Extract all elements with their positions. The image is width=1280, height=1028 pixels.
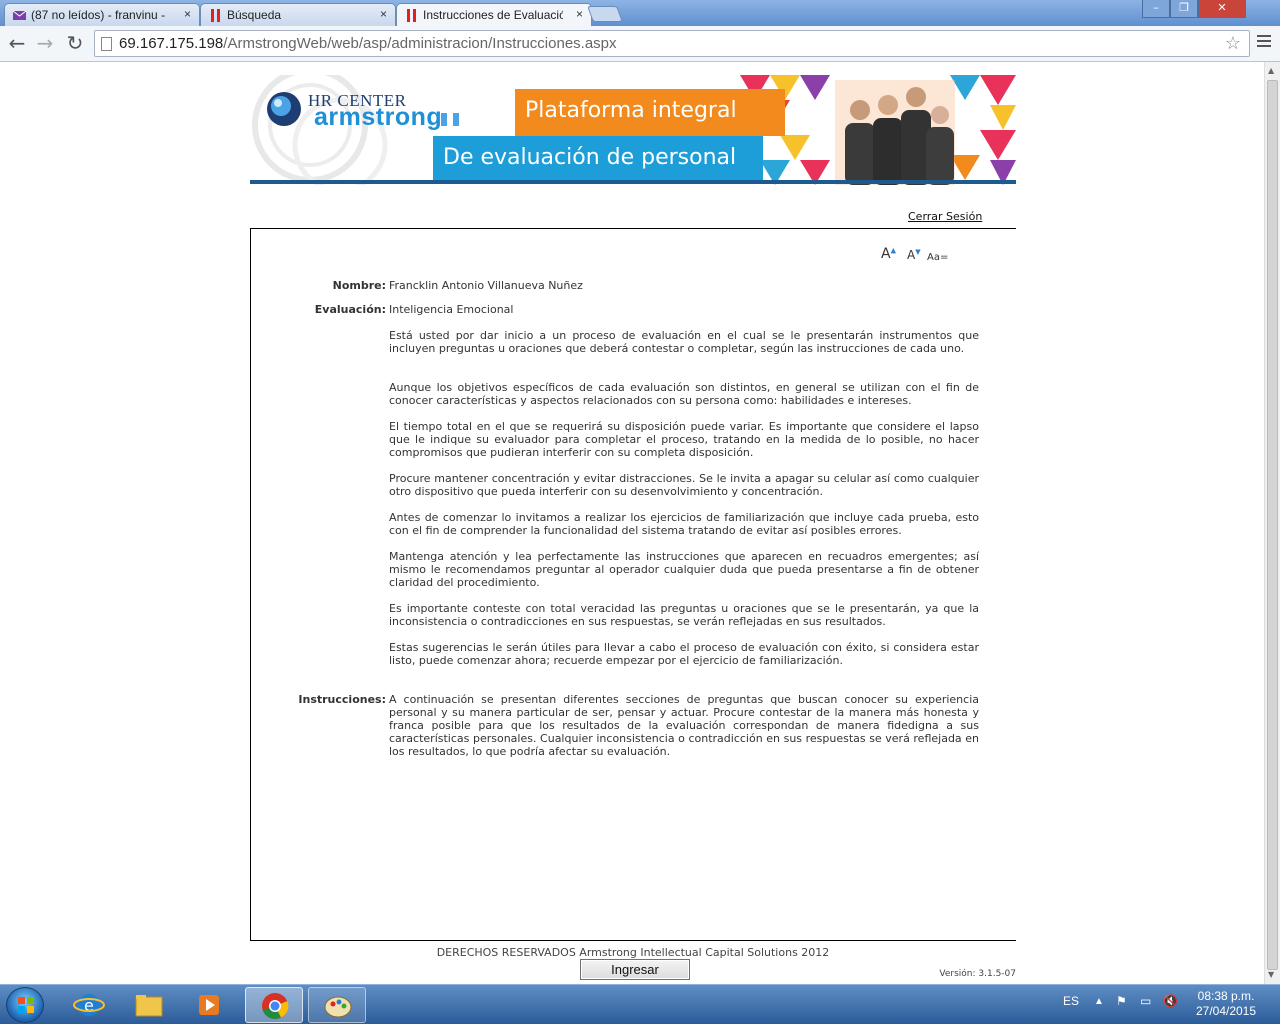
instructions-label: Instrucciones:: [298, 693, 386, 706]
banner-title-orange: Plataforma integral: [515, 89, 785, 136]
banner-line1: Plataforma integral: [525, 98, 737, 123]
header-banner: HR CENTER armstrong Plataforma integral …: [250, 75, 1016, 185]
media-player-icon[interactable]: [180, 987, 238, 1023]
windows-taskbar: e ES ▲ ⚑ ▭ 🔇 08:38 p.m. 27/04/2015: [0, 984, 1280, 1024]
browser-toolbar: ← → ↻ 69.167.175.198/ArmstrongWeb/web/as…: [0, 26, 1280, 62]
tab-label: Instrucciones de Evaluació: [423, 8, 563, 22]
volume-muted-icon[interactable]: 🔇: [1163, 994, 1178, 1008]
logo-armstrong: armstrong: [314, 103, 443, 131]
bookmark-star-icon[interactable]: ☆: [1225, 31, 1241, 56]
file-explorer-icon[interactable]: [120, 987, 178, 1023]
tab-busqueda[interactable]: Búsqueda ×: [200, 3, 396, 26]
reset-font-button[interactable]: Aa=: [927, 252, 948, 263]
logo-globe-icon: [267, 92, 301, 126]
page-scrollbar[interactable]: ▲ ▼: [1264, 62, 1280, 984]
url-text: 69.167.175.198/ArmstrongWeb/web/asp/admi…: [119, 31, 617, 56]
intro-paragraph: Procure mantener concentración y evitar …: [389, 472, 979, 498]
intro-paragraph: Está usted por dar inicio a un proceso d…: [389, 329, 979, 355]
menu-icon[interactable]: [1257, 35, 1271, 50]
banner-line2: De evaluación de personal: [443, 145, 737, 170]
page-icon: [101, 37, 112, 51]
new-tab-button[interactable]: [587, 6, 623, 22]
system-clock[interactable]: 08:38 p.m. 27/04/2015: [1180, 989, 1272, 1019]
site-icon: [407, 9, 416, 22]
action-center-icon[interactable]: ⚑: [1116, 994, 1127, 1008]
windows-logo-icon: [18, 997, 34, 1013]
close-icon[interactable]: ×: [184, 7, 191, 21]
internet-explorer-icon[interactable]: e: [60, 987, 118, 1023]
tab-instrucciones[interactable]: Instrucciones de Evaluació ×: [396, 3, 592, 27]
tab-label: Búsqueda: [227, 8, 282, 22]
scroll-down-arrow-icon[interactable]: ▼: [1268, 970, 1274, 979]
evaluation-value: Inteligencia Emocional: [389, 303, 514, 316]
tray-expand-icon[interactable]: ▲: [1094, 996, 1104, 1007]
version-label: Versión: 3.1.5-07: [939, 969, 1016, 979]
increase-font-label: A: [881, 246, 891, 262]
intro-paragraph: Mantenga atención y lea perfectamente la…: [389, 550, 979, 589]
banner-title-blue: De evaluación de personal: [433, 136, 763, 182]
restore-button[interactable]: ❐: [1170, 0, 1198, 18]
intro-paragraph: El tiempo total en el que se requerirá s…: [389, 420, 979, 459]
close-icon[interactable]: ×: [380, 7, 387, 21]
instructions-panel: A▲ A▼ Aa= Nombre: Francklin Antonio Vill…: [250, 228, 1016, 980]
decrease-font-button[interactable]: A▼: [907, 248, 921, 262]
language-indicator[interactable]: ES: [1063, 994, 1079, 1008]
url-path: /ArmstrongWeb/web/asp/administracion/Ins…: [223, 35, 617, 52]
evaluation-label: Evaluación:: [314, 303, 386, 316]
increase-font-button[interactable]: A▲: [881, 246, 896, 262]
close-icon[interactable]: ×: [576, 7, 583, 21]
copyright-footer: DERECHOS RESERVADOS Armstrong Intellectu…: [436, 946, 830, 959]
browser-tabstrip: (87 no leídos) - franvinu - × Búsqueda ×…: [0, 0, 1280, 27]
minimize-button[interactable]: –: [1142, 0, 1170, 18]
address-bar[interactable]: 69.167.175.198/ArmstrongWeb/web/asp/admi…: [94, 30, 1250, 57]
scrollbar-thumb[interactable]: [1267, 80, 1278, 970]
window-close-button[interactable]: ✕: [1198, 0, 1246, 18]
intro-paragraph: Antes de comenzar lo invitamos a realiza…: [389, 511, 979, 537]
site-icon: [211, 9, 220, 22]
tab-label: (87 no leídos) - franvinu -: [31, 8, 166, 22]
ingresar-button[interactable]: Ingresar: [580, 959, 690, 980]
tab-gmail[interactable]: (87 no leídos) - franvinu - ×: [4, 3, 200, 26]
chrome-icon[interactable]: [245, 987, 303, 1023]
name-label: Nombre:: [332, 279, 386, 292]
network-icon[interactable]: ▭: [1140, 994, 1151, 1008]
start-button[interactable]: [6, 987, 44, 1023]
url-host: 69.167.175.198: [119, 35, 224, 52]
flag-icon: [441, 113, 459, 126]
banner-divider: [250, 180, 1016, 184]
paint-icon[interactable]: [308, 987, 366, 1023]
mail-icon: [13, 10, 26, 20]
decrease-font-label: A: [907, 248, 916, 262]
name-value: Francklin Antonio Villanueva Nuñez: [389, 279, 583, 292]
logout-link[interactable]: Cerrar Sesión: [908, 210, 982, 223]
intro-paragraph: Es importante conteste con total veracid…: [389, 602, 979, 628]
forward-arrow-icon[interactable]: →: [34, 32, 56, 54]
scroll-up-arrow-icon[interactable]: ▲: [1268, 66, 1274, 75]
intro-paragraph: Aunque los objetivos específicos de cada…: [389, 381, 979, 407]
page-viewport: HR CENTER armstrong Plataforma integral …: [0, 62, 1264, 984]
clock-date: 27/04/2015: [1195, 1004, 1257, 1018]
instructions-text: A continuación se presentan diferentes s…: [389, 693, 979, 758]
back-arrow-icon[interactable]: ←: [6, 32, 28, 54]
reload-icon[interactable]: ↻: [64, 32, 86, 54]
clock-time: 08:38 p.m.: [1197, 989, 1255, 1003]
intro-paragraph: Estas sugerencias le serán útiles para l…: [389, 641, 979, 667]
